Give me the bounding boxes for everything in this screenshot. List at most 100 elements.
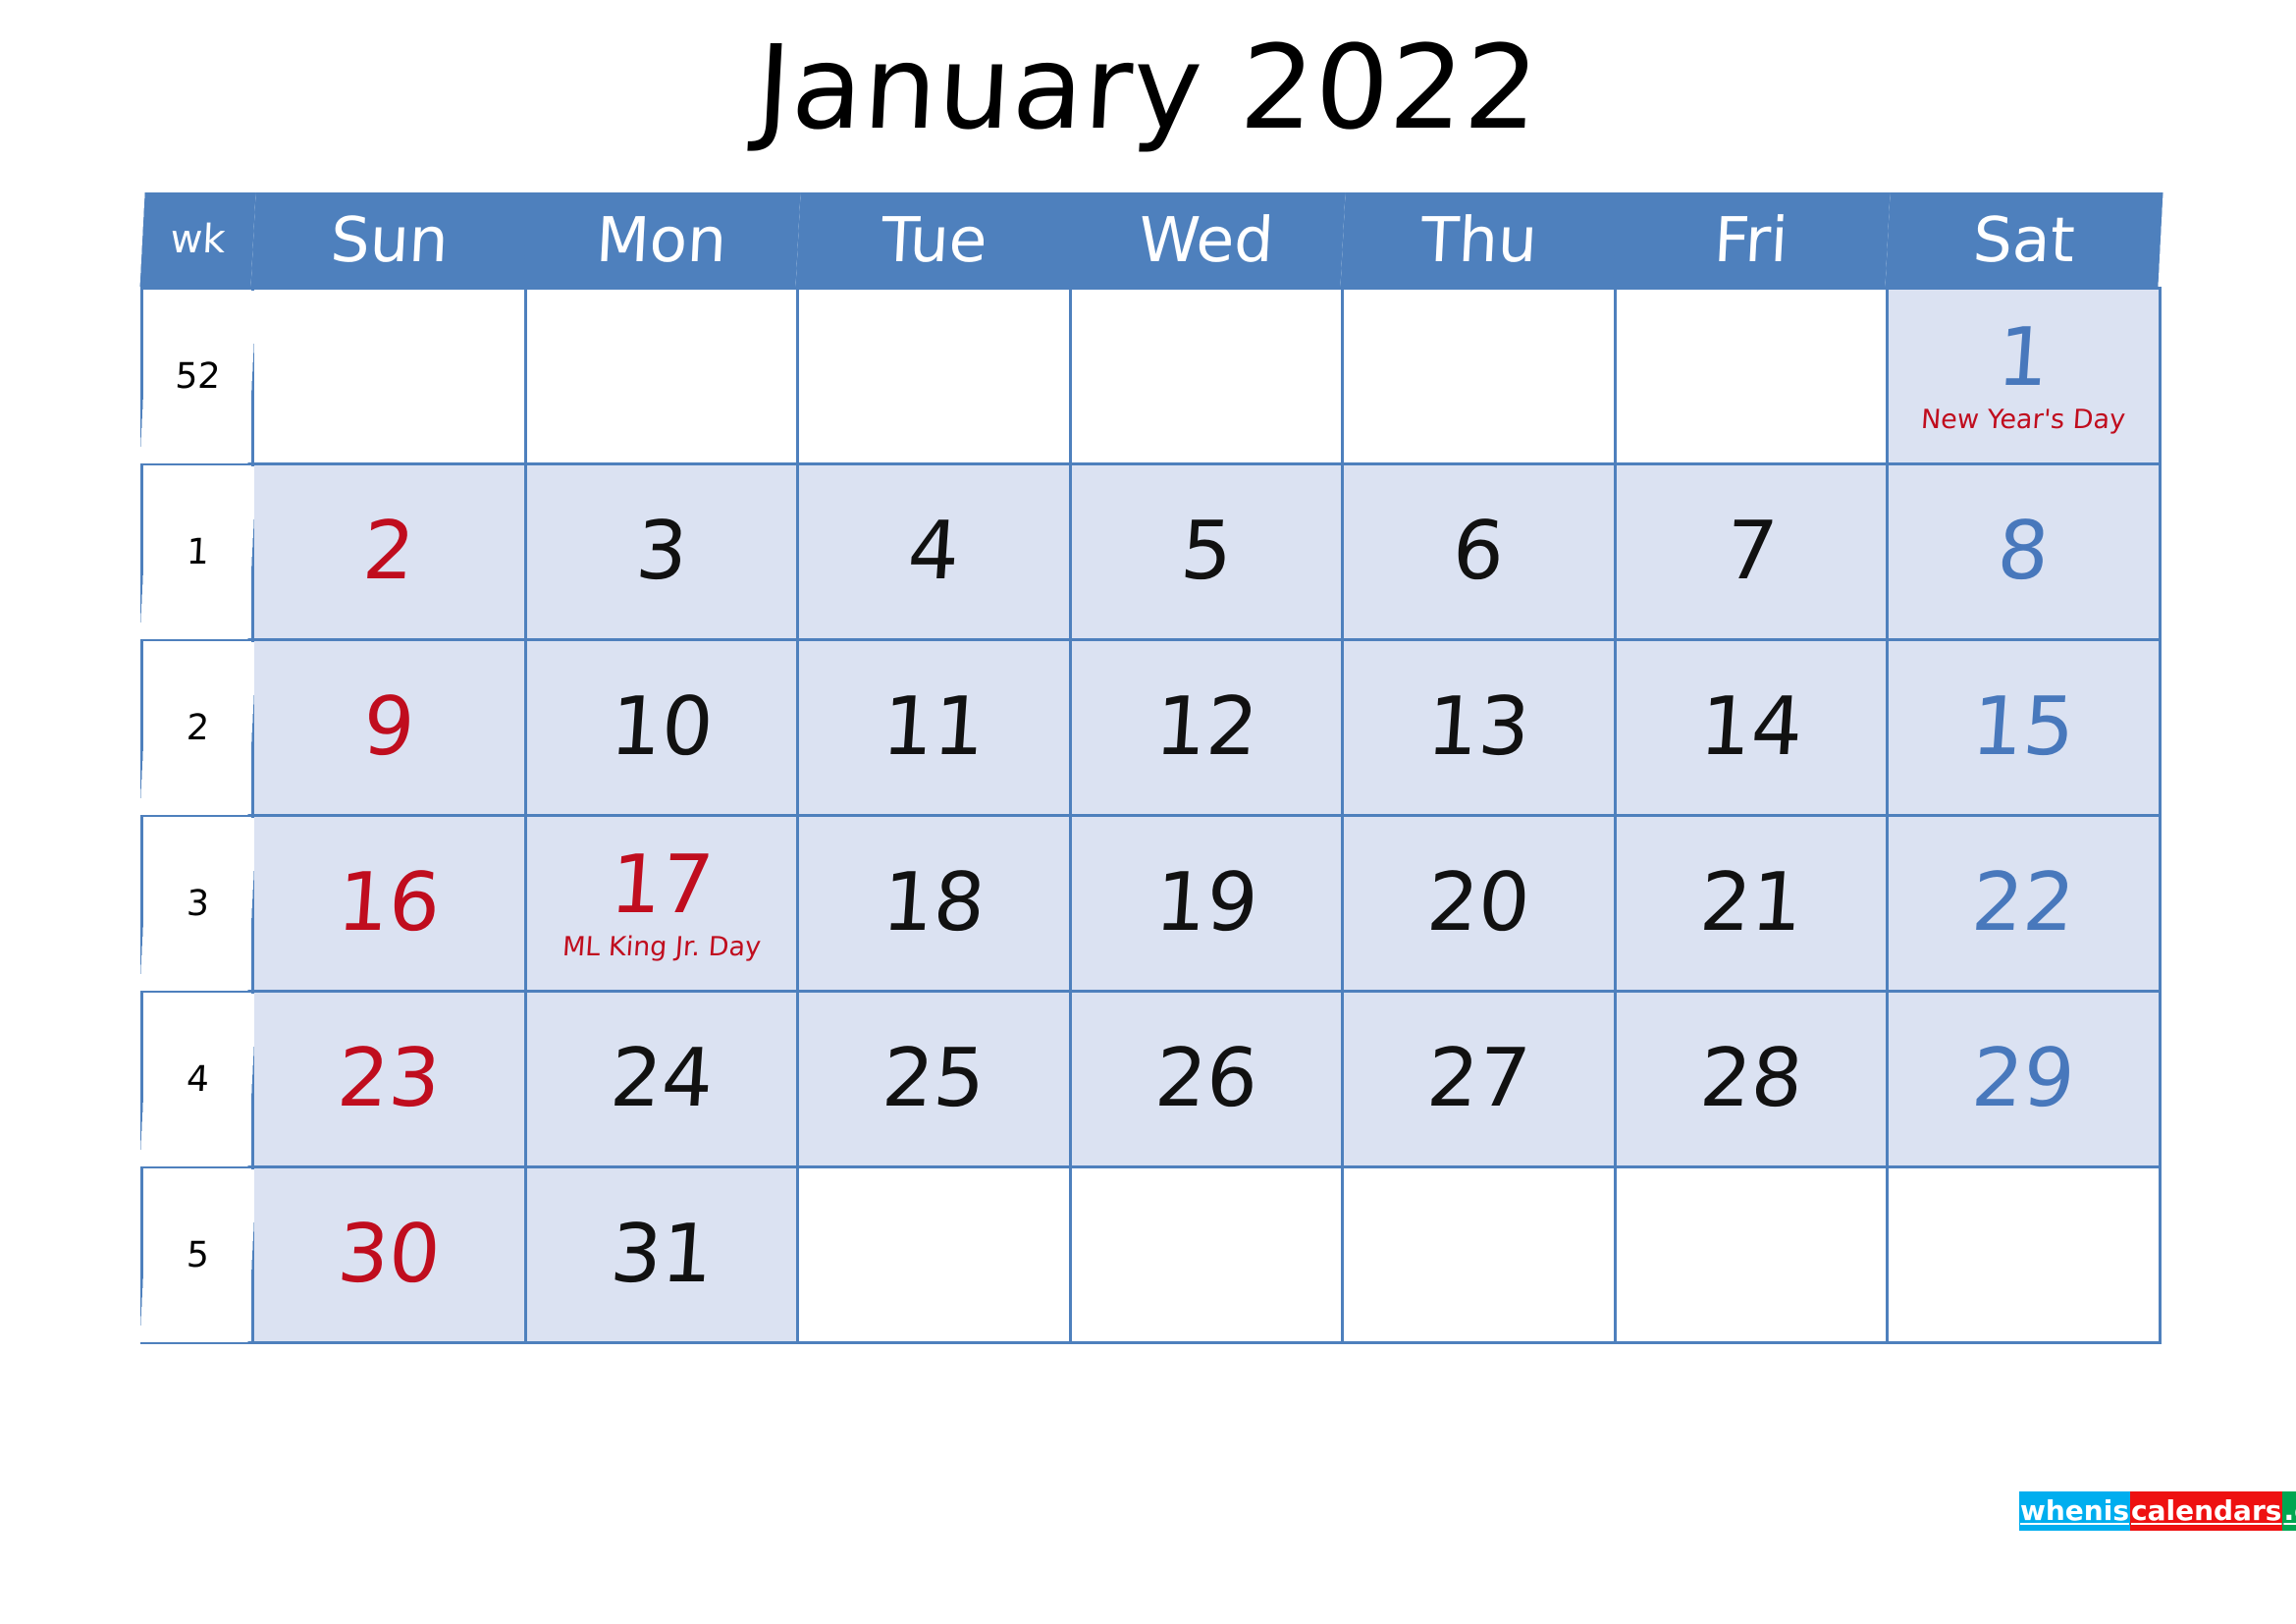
calendar-day-cell[interactable]: 26 <box>1068 990 1344 1168</box>
day-cell-inner: 4 <box>799 465 1069 638</box>
calendar-empty-cell <box>1886 1165 2162 1344</box>
day-cell-inner: 27 <box>1344 993 1614 1165</box>
day-number: 10 <box>607 680 717 774</box>
day-number: 6 <box>1449 505 1508 598</box>
site-logo[interactable]: wheniscalendars.com <box>2019 1491 2296 1531</box>
calendar-day-cell[interactable]: 15 <box>1886 638 2162 817</box>
day-cell-inner <box>1889 1168 2159 1341</box>
calendar-day-cell[interactable]: 25 <box>796 990 1072 1168</box>
day-number: 18 <box>879 856 988 949</box>
day-cell-inner: 15 <box>1889 641 2159 814</box>
calendar-day-cell[interactable]: 4 <box>796 462 1072 641</box>
day-cell-inner: 18 <box>799 817 1069 990</box>
calendar-week-row: 1 2 3 4 5 6 7 8 <box>136 462 2162 641</box>
day-number: 29 <box>1968 1032 2078 1125</box>
day-number: 21 <box>1696 856 1806 949</box>
day-number: 22 <box>1968 856 2078 949</box>
logo-part-com: .com <box>2282 1491 2296 1531</box>
calendar-empty-cell <box>251 287 527 465</box>
calendar-day-cell[interactable]: 14 <box>1613 638 1889 817</box>
day-cell-inner: 25 <box>799 993 1069 1165</box>
logo-part-whenis: whenis <box>2019 1491 2130 1531</box>
day-number: 13 <box>1423 680 1533 774</box>
calendar-day-cell[interactable]: 3 <box>523 462 799 641</box>
calendar-header-row: wk Sun Mon Tue Wed Thu Fri Sat <box>138 192 2163 289</box>
week-number-cell: 5 <box>136 1166 258 1343</box>
day-cell-inner: 10 <box>527 641 797 814</box>
calendar-day-cell[interactable]: 27 <box>1341 990 1617 1168</box>
day-cell-inner: 24 <box>527 993 797 1165</box>
header-day-wed: Wed <box>1067 192 1346 289</box>
day-cell-inner: 17 ML King Jr. Day <box>527 817 797 990</box>
day-number: 4 <box>904 505 963 598</box>
day-cell-inner: 30 <box>254 1168 524 1341</box>
day-number: 25 <box>879 1032 988 1125</box>
day-cell-inner: 9 <box>254 641 524 814</box>
day-cell-inner: 16 <box>254 817 524 990</box>
day-cell-inner <box>254 290 524 462</box>
calendar-day-cell[interactable]: 2 <box>251 462 527 641</box>
calendar-day-cell[interactable]: 19 <box>1068 814 1344 993</box>
header-day-fri: Fri <box>1612 192 1891 289</box>
calendar-day-cell[interactable]: 5 <box>1068 462 1344 641</box>
day-cell-inner: 12 <box>1072 641 1342 814</box>
day-number: 30 <box>334 1208 444 1301</box>
calendar-day-cell[interactable]: 20 <box>1341 814 1617 993</box>
calendar-empty-cell <box>1341 287 1617 465</box>
day-cell-inner: 20 <box>1344 817 1614 990</box>
day-number: 20 <box>1423 856 1533 949</box>
calendar-day-cell[interactable]: 7 <box>1613 462 1889 641</box>
calendar-day-cell[interactable]: 11 <box>796 638 1072 817</box>
week-number-cell: 1 <box>136 463 258 640</box>
calendar-empty-cell <box>1068 1165 1344 1344</box>
calendar-week-row: 4 23 24 25 26 27 28 29 <box>136 990 2162 1168</box>
calendar-day-cell[interactable]: 12 <box>1068 638 1344 817</box>
day-cell-inner <box>1344 1168 1614 1341</box>
calendar-day-cell[interactable]: 16 <box>251 814 527 993</box>
day-cell-inner <box>1617 290 1887 462</box>
week-number-cell: 3 <box>136 815 258 992</box>
day-cell-inner: 28 <box>1617 993 1887 1165</box>
calendar-day-cell[interactable]: 9 <box>251 638 527 817</box>
day-number: 1 <box>1994 311 2053 405</box>
day-number: 3 <box>632 505 691 598</box>
day-cell-inner <box>527 290 797 462</box>
calendar-day-cell[interactable]: 23 <box>251 990 527 1168</box>
calendar-body: 52 1 New Year's Day 1 2 3 4 5 6 7 8 2 9 10 11 12 13 14 15 3… <box>136 287 2162 1344</box>
calendar-day-cell[interactable]: 21 <box>1613 814 1889 993</box>
header-day-mon: Mon <box>522 192 801 289</box>
calendar-day-cell[interactable]: 22 <box>1886 814 2162 993</box>
calendar-day-cell[interactable]: 30 <box>251 1165 527 1344</box>
calendar-day-cell[interactable]: 13 <box>1341 638 1617 817</box>
calendar-empty-cell <box>523 287 799 465</box>
day-cell-inner: 29 <box>1889 993 2159 1165</box>
calendar-day-cell[interactable]: 8 <box>1886 462 2162 641</box>
calendar-empty-cell <box>796 287 1072 465</box>
day-number: 15 <box>1968 680 2078 774</box>
day-cell-inner: 19 <box>1072 817 1342 990</box>
calendar-grid: wk Sun Mon Tue Wed Thu Fri Sat 5 2 1 New Ye… <box>136 192 2163 1344</box>
header-week-label: wk <box>138 192 256 289</box>
day-number: 16 <box>334 856 444 949</box>
calendar-day-cell[interactable]: 17 ML King Jr. Day <box>523 814 799 993</box>
day-number: 8 <box>1994 505 2053 598</box>
calendar-day-cell[interactable]: 31 <box>523 1165 799 1344</box>
day-number: 7 <box>1722 505 1781 598</box>
calendar-empty-cell <box>796 1165 1072 1344</box>
week-number-cell: 4 <box>136 991 258 1167</box>
calendar-day-cell[interactable]: 10 <box>523 638 799 817</box>
calendar-day-cell[interactable]: 28 <box>1613 990 1889 1168</box>
day-cell-inner: 1 New Year's Day <box>1889 290 2159 462</box>
holiday-label: ML King Jr. Day <box>561 932 762 962</box>
day-number: 12 <box>1151 680 1261 774</box>
day-cell-inner <box>1072 1168 1342 1341</box>
day-number: 17 <box>607 839 717 932</box>
day-number: 5 <box>1177 505 1236 598</box>
calendar-day-cell[interactable]: 6 <box>1341 462 1617 641</box>
calendar-day-cell[interactable]: 1 New Year's Day <box>1886 287 2162 465</box>
calendar-day-cell[interactable]: 29 <box>1886 990 2162 1168</box>
calendar-day-cell[interactable]: 18 <box>796 814 1072 993</box>
calendar-day-cell[interactable]: 24 <box>523 990 799 1168</box>
week-number-cell: 2 <box>136 639 258 816</box>
day-number: 11 <box>879 680 988 774</box>
